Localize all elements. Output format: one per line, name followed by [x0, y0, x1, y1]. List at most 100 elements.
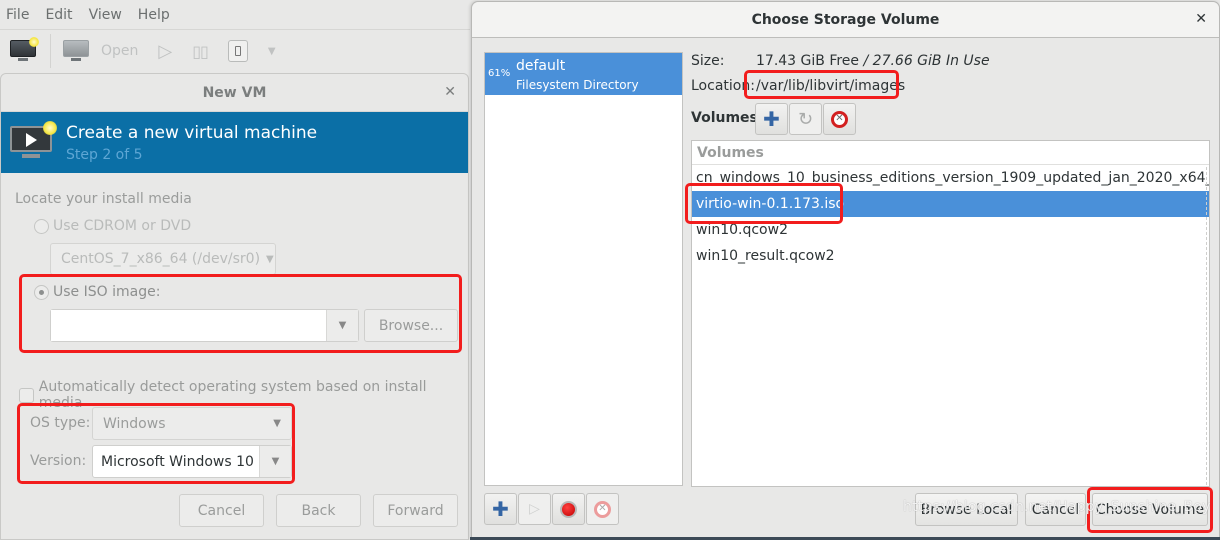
iso-radio-label: Use ISO image:: [53, 284, 161, 300]
add-volume-button[interactable]: ✚: [755, 103, 788, 135]
menu-edit[interactable]: Edit: [45, 7, 72, 23]
storage-dialog-titlebar: Choose Storage Volume ✕: [472, 2, 1219, 38]
iso-radio[interactable]: Use ISO image:: [34, 284, 160, 300]
close-icon[interactable]: ✕: [1195, 11, 1207, 27]
chevron-down-icon: ▼: [267, 45, 276, 57]
add-pool-button[interactable]: ✚: [484, 493, 517, 525]
wizard-header: Create a new virtual machine Step 2 of 5: [1, 112, 468, 173]
cdrom-device-select[interactable]: CentOS_7_x86_64 (/dev/sr0) ▼: [50, 243, 276, 275]
stop-pool-button[interactable]: [552, 493, 585, 525]
volume-list-column-divider: [1206, 167, 1207, 485]
pool-item-default[interactable]: 61% default Filesystem Directory: [485, 53, 682, 95]
pool-name: default: [516, 58, 566, 74]
volume-row[interactable]: win10.qcow2: [692, 217, 1209, 243]
new-vm-button[interactable]: [10, 37, 39, 62]
pool-type: Filesystem Directory: [516, 78, 639, 92]
monitor-stand: [18, 58, 28, 61]
delete-volume-button[interactable]: ✕: [823, 103, 856, 135]
menu-file[interactable]: File: [6, 7, 29, 23]
iso-path-dropdown-button[interactable]: ▼: [326, 310, 358, 341]
refresh-icon: ↻: [797, 108, 814, 130]
volumes-label: Volumes: [691, 110, 758, 126]
delete-icon: ✕: [831, 110, 848, 128]
location-value: /var/lib/libvirt/images: [756, 78, 906, 94]
volume-row[interactable]: cn_windows_10_business_editions_version_…: [692, 165, 1209, 191]
delete-pool-button[interactable]: ✕: [586, 493, 619, 525]
new-vm-titlebar: New VM ✕: [1, 74, 468, 112]
cdrom-radio-label: Use CDROM or DVD: [53, 218, 192, 234]
wizard-title: Create a new virtual machine: [66, 122, 318, 143]
star-icon: [43, 120, 57, 135]
volume-row-selected[interactable]: virtio-win-0.1.173.iso: [692, 191, 1209, 217]
start-pool-button[interactable]: ▷: [518, 493, 551, 525]
locate-media-label: Locate your install media: [15, 191, 192, 207]
pause-icon: ▯▯: [192, 41, 209, 61]
location-label: Location:: [691, 78, 755, 94]
shutdown-menu-button[interactable]: ▼: [268, 46, 276, 57]
os-type-select[interactable]: Windows ▼: [92, 407, 292, 440]
iso-path-combo: ▼: [50, 309, 359, 342]
version-label: Version:: [30, 453, 87, 469]
refresh-volumes-button[interactable]: ↻: [789, 103, 822, 135]
storage-dialog-title: Choose Storage Volume: [751, 11, 940, 28]
new-vm-dialog: New VM ✕ Create a new virtual machine St…: [0, 73, 469, 540]
cancel-button[interactable]: Cancel: [179, 494, 264, 527]
cdrom-device-value: CentOS_7_x86_64 (/dev/sr0): [61, 251, 261, 267]
size-label: Size:: [691, 53, 725, 69]
radio-checked-icon: [34, 284, 49, 300]
chevron-down-icon: ▼: [271, 456, 280, 467]
back-button[interactable]: Back: [276, 494, 361, 527]
open-button[interactable]: Open: [63, 40, 138, 62]
choose-storage-volume-dialog: Choose Storage Volume ✕ 61% default File…: [471, 1, 1220, 540]
version-combo[interactable]: Microsoft Windows 10 ▼: [92, 445, 292, 478]
power-glyph: [234, 46, 241, 56]
iso-path-input[interactable]: [51, 310, 326, 341]
version-dropdown-button[interactable]: ▼: [259, 446, 291, 477]
menu-help[interactable]: Help: [138, 7, 170, 23]
cancel-button[interactable]: Cancel: [1025, 493, 1086, 526]
size-separator: /: [859, 53, 873, 69]
monitor-stand: [22, 153, 40, 158]
forward-button[interactable]: Forward: [373, 494, 458, 527]
menubar: File Edit View Help: [0, 0, 470, 30]
volume-row[interactable]: win10_result.qcow2: [692, 243, 1209, 269]
chevron-down-icon: ▼: [338, 320, 347, 331]
stop-pool-icon: [560, 500, 577, 518]
pool-usage: 61%: [488, 68, 511, 79]
menu-view[interactable]: View: [89, 7, 122, 23]
size-free: 17.43 GiB Free: [756, 53, 860, 69]
monitor-screen: [63, 40, 89, 57]
pause-button[interactable]: ▯▯: [192, 41, 209, 61]
monitor-stand: [71, 58, 81, 61]
radio-icon: [34, 218, 49, 234]
header-text: Create a new virtual machine Step 2 of 5: [66, 123, 317, 163]
start-pool-icon: ▷: [529, 501, 540, 517]
choose-volume-button[interactable]: Choose Volume: [1092, 493, 1208, 526]
browse-button[interactable]: Browse...: [364, 309, 458, 342]
close-icon[interactable]: ✕: [444, 84, 456, 100]
star-icon: [29, 37, 39, 47]
delete-pool-icon: ✕: [594, 500, 611, 518]
os-type-label: OS type:: [30, 415, 91, 431]
toolbar-separator: [50, 34, 51, 68]
add-pool-icon: ✚: [492, 497, 509, 521]
size-in-use: 27.66 GiB In Use: [872, 53, 990, 69]
shutdown-button[interactable]: [227, 40, 248, 62]
run-button[interactable]: ▷: [158, 41, 172, 62]
storage-pool-list: 61% default Filesystem Directory: [484, 52, 683, 486]
open-label: Open: [101, 43, 139, 59]
browse-local-button[interactable]: Browse Local: [915, 493, 1018, 526]
cdrom-radio[interactable]: Use CDROM or DVD: [34, 218, 191, 234]
os-type-value: Windows: [103, 415, 166, 432]
chevron-down-icon: ▼: [266, 253, 274, 265]
version-value[interactable]: Microsoft Windows 10: [93, 446, 259, 477]
checkbox-icon: [19, 387, 34, 403]
monitor-icon: [63, 40, 89, 62]
new-vm-title: New VM: [202, 84, 267, 101]
size-value: 17.43 GiB Free / 27.66 GiB In Use: [756, 53, 990, 69]
power-icon: [227, 40, 248, 62]
new-vm-monitor-icon: [10, 120, 57, 160]
volume-list-header[interactable]: Volumes: [692, 141, 1209, 165]
play-icon: ▷: [158, 40, 173, 62]
add-icon: ✚: [763, 107, 780, 131]
